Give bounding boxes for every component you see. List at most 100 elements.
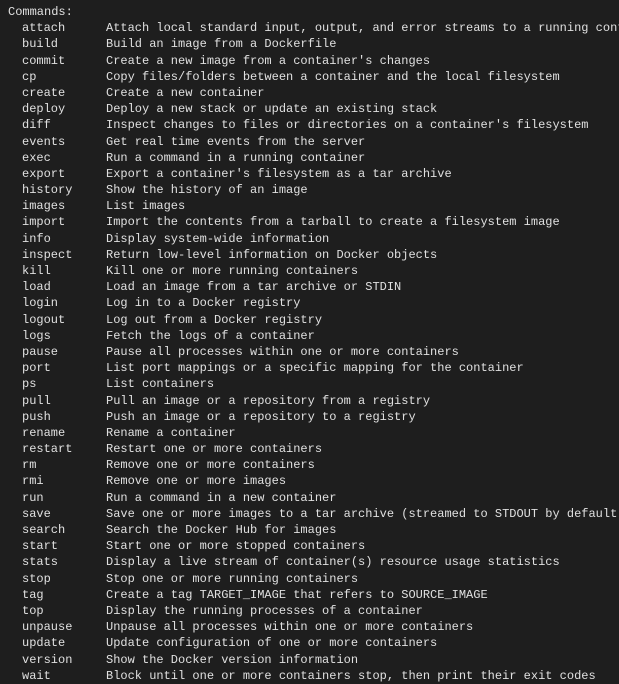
command-desc: Create a tag TARGET_IMAGE that refers to… [106,587,488,603]
command-name: history [8,182,106,198]
command-desc: Display a live stream of container(s) re… [106,554,560,570]
command-desc: Run a command in a new container [106,490,336,506]
command-row: exportExport a container's filesystem as… [8,166,611,182]
command-desc: List port mappings or a specific mapping… [106,360,524,376]
command-row: cpCopy files/folders between a container… [8,69,611,85]
command-row: loginLog in to a Docker registry [8,295,611,311]
command-desc: Search the Docker Hub for images [106,522,336,538]
command-desc: Inspect changes to files or directories … [106,117,588,133]
command-row: renameRename a container [8,425,611,441]
command-desc: Build an image from a Dockerfile [106,36,336,52]
command-name: create [8,85,106,101]
command-list: attachAttach local standard input, outpu… [8,20,611,684]
command-name: diff [8,117,106,133]
command-name: deploy [8,101,106,117]
command-name: info [8,231,106,247]
command-name: pause [8,344,106,360]
command-desc: Copy files/folders between a container a… [106,69,560,85]
command-name: stats [8,554,106,570]
command-name: cp [8,69,106,85]
command-desc: Stop one or more running containers [106,571,358,587]
command-row: statsDisplay a live stream of container(… [8,554,611,570]
command-row: pausePause all processes within one or m… [8,344,611,360]
command-name: inspect [8,247,106,263]
command-desc: Display system-wide information [106,231,329,247]
command-desc: Load an image from a tar archive or STDI… [106,279,401,295]
command-desc: Save one or more images to a tar archive… [106,506,619,522]
command-desc: Get real time events from the server [106,134,365,150]
command-desc: Start one or more stopped containers [106,538,365,554]
command-name: port [8,360,106,376]
command-name: pull [8,393,106,409]
command-row: restartRestart one or more containers [8,441,611,457]
command-row: historyShow the history of an image [8,182,611,198]
command-name: tag [8,587,106,603]
command-row: updateUpdate configuration of one or mor… [8,635,611,651]
command-name: search [8,522,106,538]
command-row: psList containers [8,376,611,392]
command-name: attach [8,20,106,36]
command-name: images [8,198,106,214]
command-row: saveSave one or more images to a tar arc… [8,506,611,522]
command-name: build [8,36,106,52]
command-name: wait [8,668,106,684]
command-desc: Fetch the logs of a container [106,328,315,344]
command-row: logsFetch the logs of a container [8,328,611,344]
command-name: update [8,635,106,651]
command-name: stop [8,571,106,587]
command-row: tagCreate a tag TARGET_IMAGE that refers… [8,587,611,603]
command-row: execRun a command in a running container [8,150,611,166]
command-row: diffInspect changes to files or director… [8,117,611,133]
command-name: top [8,603,106,619]
command-desc: Create a new container [106,85,264,101]
command-row: imagesList images [8,198,611,214]
command-name: unpause [8,619,106,635]
command-name: logout [8,312,106,328]
command-row: topDisplay the running processes of a co… [8,603,611,619]
command-desc: Create a new image from a container's ch… [106,53,430,69]
command-name: run [8,490,106,506]
command-desc: Remove one or more containers [106,457,315,473]
command-row: portList port mappings or a specific map… [8,360,611,376]
command-name: ps [8,376,106,392]
command-row: startStart one or more stopped container… [8,538,611,554]
command-row: rmiRemove one or more images [8,473,611,489]
command-name: save [8,506,106,522]
command-row: commitCreate a new image from a containe… [8,53,611,69]
command-name: rename [8,425,106,441]
command-row: logoutLog out from a Docker registry [8,312,611,328]
commands-header: Commands: [8,4,611,20]
command-desc: Rename a container [106,425,236,441]
command-row: killKill one or more running containers [8,263,611,279]
command-desc: Remove one or more images [106,473,286,489]
command-desc: List images [106,198,185,214]
command-name: version [8,652,106,668]
command-row: rmRemove one or more containers [8,457,611,473]
command-row: eventsGet real time events from the serv… [8,134,611,150]
command-desc: Pull an image or a repository from a reg… [106,393,430,409]
command-desc: Show the history of an image [106,182,308,198]
command-name: start [8,538,106,554]
command-desc: Import the contents from a tarball to cr… [106,214,560,230]
command-row: buildBuild an image from a Dockerfile [8,36,611,52]
command-desc: Deploy a new stack or update an existing… [106,101,437,117]
command-name: logs [8,328,106,344]
command-desc: Update configuration of one or more cont… [106,635,437,651]
command-row: infoDisplay system-wide information [8,231,611,247]
command-name: restart [8,441,106,457]
command-desc: Run a command in a running container [106,150,365,166]
command-desc: Block until one or more containers stop,… [106,668,596,684]
command-row: searchSearch the Docker Hub for images [8,522,611,538]
command-row: deployDeploy a new stack or update an ex… [8,101,611,117]
command-desc: Kill one or more running containers [106,263,358,279]
command-name: export [8,166,106,182]
command-desc: Export a container's filesystem as a tar… [106,166,452,182]
command-name: login [8,295,106,311]
command-row: runRun a command in a new container [8,490,611,506]
command-name: push [8,409,106,425]
command-desc: Display the running processes of a conta… [106,603,423,619]
command-desc: Show the Docker version information [106,652,358,668]
command-name: events [8,134,106,150]
command-row: unpauseUnpause all processes within one … [8,619,611,635]
command-row: pushPush an image or a repository to a r… [8,409,611,425]
